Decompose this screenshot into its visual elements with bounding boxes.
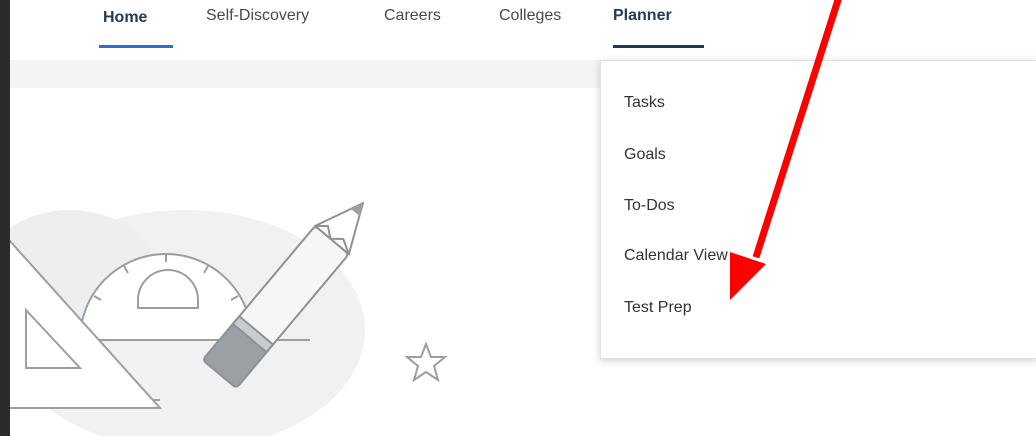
screenshot-frame: Home Self-Discovery Careers Colleges Pla… <box>0 0 1036 436</box>
tab-planner[interactable]: Planner <box>613 7 672 47</box>
menu-item-to-dos[interactable]: To-Dos <box>624 197 675 215</box>
planner-tab-underline <box>613 45 704 48</box>
tab-home[interactable]: Home <box>103 9 147 49</box>
tab-colleges[interactable]: Colleges <box>499 7 561 47</box>
drafting-tools-illustration-icon <box>10 201 365 436</box>
star-outline-icon <box>404 341 448 383</box>
tab-self-discovery[interactable]: Self-Discovery <box>206 7 309 47</box>
top-navigation: Home Self-Discovery Careers Colleges Pla… <box>10 0 1036 56</box>
tab-careers[interactable]: Careers <box>384 7 441 47</box>
planner-dropdown-menu: Tasks Goals To-Dos Calendar View Test Pr… <box>600 60 1036 359</box>
home-tab-underline <box>99 45 173 48</box>
app-window: Home Self-Discovery Careers Colleges Pla… <box>10 0 1036 436</box>
menu-item-tasks[interactable]: Tasks <box>624 94 665 112</box>
menu-item-test-prep[interactable]: Test Prep <box>624 299 692 317</box>
menu-item-goals[interactable]: Goals <box>624 146 666 164</box>
menu-item-calendar-view[interactable]: Calendar View <box>624 247 728 265</box>
